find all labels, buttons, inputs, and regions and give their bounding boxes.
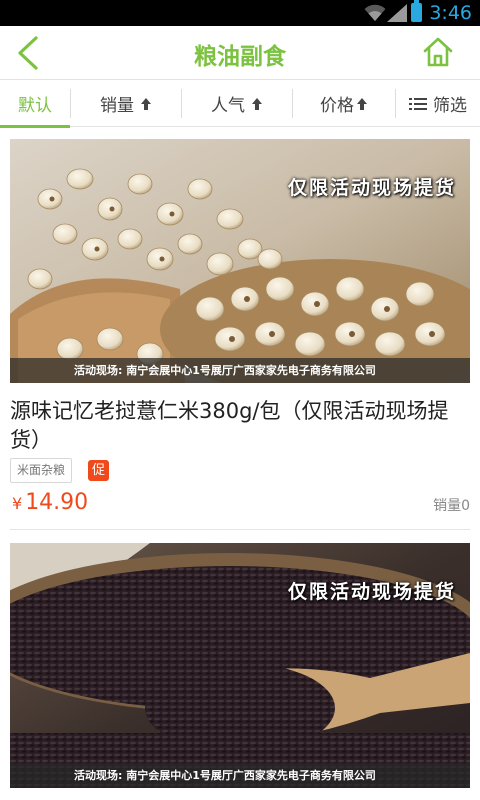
signal-icon: [387, 4, 407, 22]
tab-sales[interactable]: 销量: [71, 80, 181, 127]
product-name[interactable]: 源味记忆老挝薏仁米380g/包（仅限活动现场提货）: [10, 397, 470, 455]
venue-bar: 活动现场: 南宁会展中心1号展厅广西家家先电子商务有限公司: [10, 358, 470, 383]
venue-text: 南宁会展中心1号展厅广西家家先电子商务有限公司: [126, 769, 376, 782]
battery-icon: [411, 0, 422, 22]
tab-popularity-label: 人气: [211, 96, 245, 116]
tab-popularity[interactable]: 人气: [182, 80, 292, 127]
product-price: ¥14.90: [12, 490, 88, 515]
tab-price-label: 价格: [320, 96, 354, 116]
product-image[interactable]: 仅限活动现场提货 活动现场: 南宁会展中心1号展厅广西家家先电子商务有限公司: [10, 543, 470, 788]
home-icon[interactable]: [422, 36, 454, 68]
venue-text: 南宁会展中心1号展厅广西家家先电子商务有限公司: [126, 364, 376, 377]
category-tag: 米面杂粮: [10, 458, 73, 483]
header: 粮油副食: [0, 26, 480, 80]
tab-default-label: 默认: [18, 96, 52, 116]
price-value: 14.90: [25, 490, 89, 515]
wifi-icon: [364, 4, 386, 21]
tab-default[interactable]: 默认: [0, 80, 70, 128]
product-image[interactable]: 仅限活动现场提货 活动现场: 南宁会展中心1号展厅广西家家先电子商务有限公司: [10, 139, 470, 383]
venue-label: 活动现场:: [74, 769, 123, 782]
venue-label: 活动现场:: [74, 364, 123, 377]
tab-filter-label: 筛选: [433, 96, 467, 116]
status-time: 3:46: [429, 2, 472, 24]
list-icon: [409, 97, 427, 110]
venue-bar: 活动现场: 南宁会展中心1号展厅广西家家先电子商务有限公司: [10, 763, 470, 788]
tab-sales-label: 销量: [100, 96, 134, 116]
status-bar: 3:46: [0, 0, 480, 26]
currency-symbol: ¥: [12, 494, 23, 513]
divider: [10, 529, 470, 530]
promo-badge: 促: [88, 460, 109, 481]
sort-bar: 默认 销量 人气 价格 筛选: [0, 80, 480, 128]
arrow-up-icon: [141, 97, 151, 110]
promo-banner-text: 仅限活动现场提货: [287, 177, 456, 199]
arrow-up-icon: [252, 97, 262, 110]
tab-price[interactable]: 价格: [293, 80, 395, 127]
promo-banner-text: 仅限活动现场提货: [287, 581, 456, 603]
sales-count: 销量0: [433, 498, 470, 514]
page-title: 粮油副食: [194, 44, 286, 70]
arrow-up-icon: [357, 97, 367, 110]
tab-filter[interactable]: 筛选: [396, 80, 480, 127]
